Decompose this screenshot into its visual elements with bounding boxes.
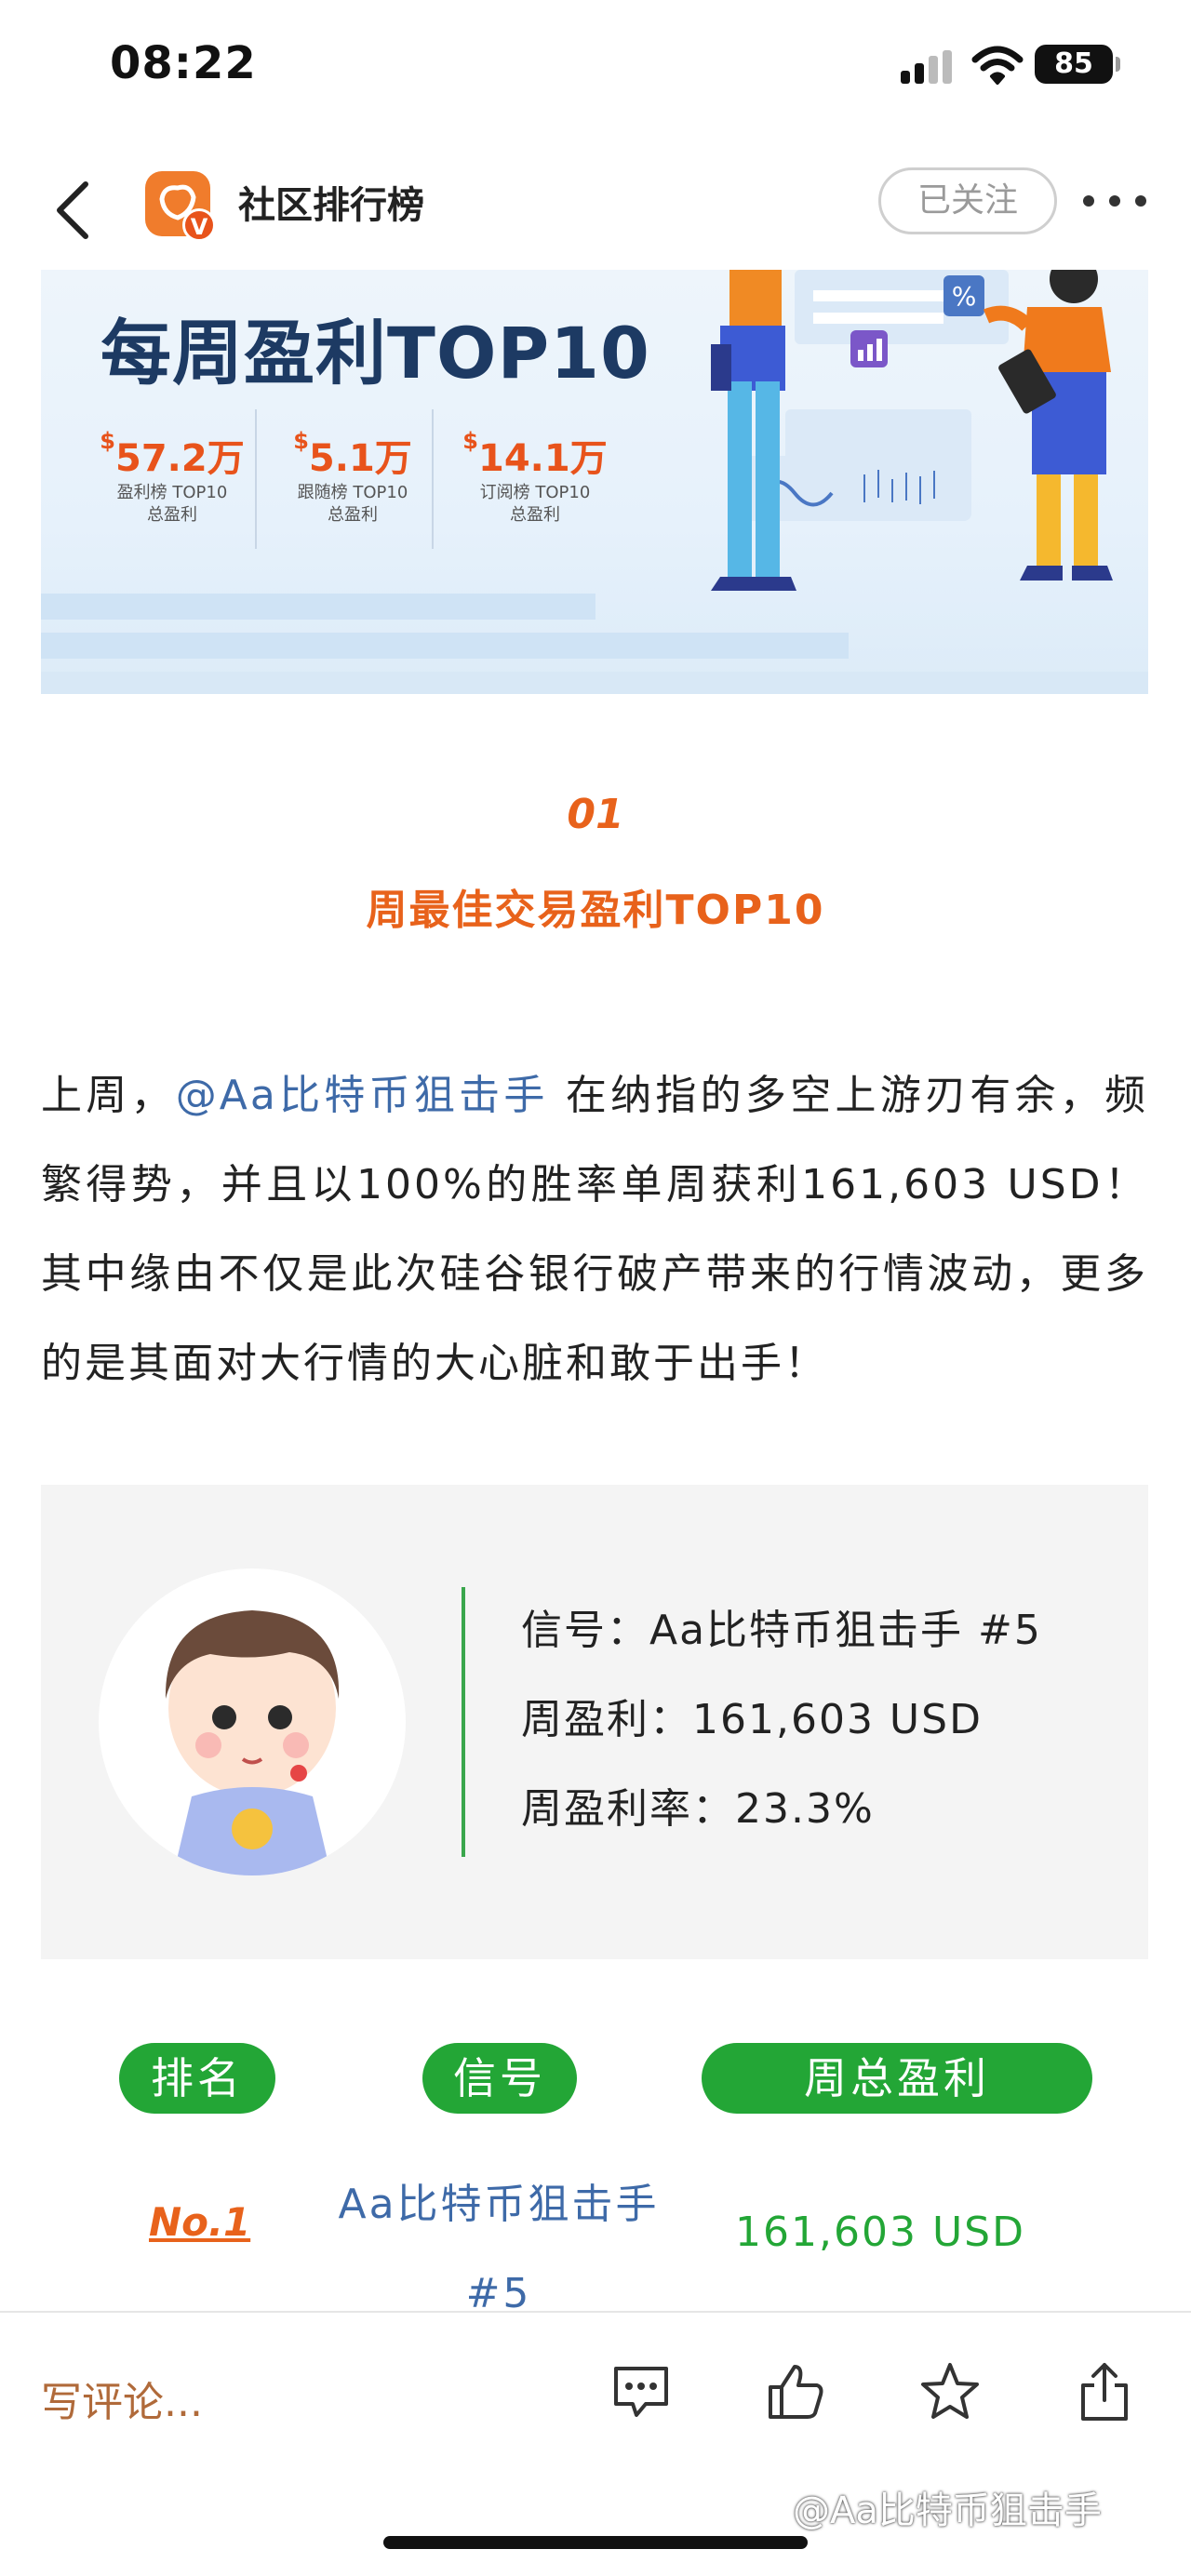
table-row-profit: 161,603 USD <box>735 2209 1025 2256</box>
card-signal: 信号：Aa比特币狙击手 #5 <box>521 1607 1042 1654</box>
wifi-icon <box>971 46 1024 85</box>
decor-stripe <box>41 633 849 659</box>
decor-stripe <box>41 594 596 620</box>
banner-stat-profit: $57.2万 盈利榜 TOP10 总盈利 <box>100 428 245 525</box>
table-header-rank: 排名 <box>119 2043 275 2114</box>
avatar <box>99 1568 406 1875</box>
nav-header: V 社区排行榜 已关注 <box>0 158 1191 270</box>
traders-illustration: % <box>711 270 1113 591</box>
cellular-signal-icon <box>901 50 955 84</box>
status-bar: 08:22 85 <box>0 0 1191 140</box>
clock: 08:22 <box>110 37 257 89</box>
table-row-rank: No.1 <box>149 2199 251 2245</box>
back-arrow-icon[interactable] <box>47 173 102 247</box>
section-title: 周最佳交易盈利TOP10 <box>366 887 825 934</box>
accent-divider <box>462 1587 465 1857</box>
decor-stripe <box>41 672 1148 694</box>
page-title: 社区排行榜 <box>238 184 424 227</box>
signal-card: 信号：Aa比特币狙击手 #5 周盈利：161,603 USD 周盈利率：23.3… <box>41 1485 1148 1959</box>
article-page: 08:22 85 V 社区排行榜 已关注 每周盈利TOP10 $57.2万 盈利… <box>0 0 1191 2576</box>
watermark-text: @Aa比特币狙击手 <box>793 2489 1102 2532</box>
user-mention-link[interactable]: @Aa比特币狙击手 <box>176 1072 549 1119</box>
comment-icon[interactable] <box>609 2359 674 2424</box>
follow-button[interactable]: 已关注 <box>878 167 1057 234</box>
more-options-icon[interactable] <box>1083 190 1150 212</box>
card-weekly-rate: 周盈利率：23.3% <box>521 1785 875 1833</box>
card-weekly-profit: 周盈利：161,603 USD <box>521 1696 983 1743</box>
share-icon[interactable] <box>1072 2359 1137 2424</box>
banner-title: 每周盈利TOP10 <box>100 312 650 394</box>
verified-badge: V <box>182 208 216 242</box>
comment-input[interactable]: 写评论... <box>41 2369 203 2428</box>
banner-stat-subscribe: $14.1万 订阅榜 TOP10 总盈利 <box>462 428 608 525</box>
favorite-star-icon[interactable] <box>917 2359 983 2424</box>
home-indicator[interactable] <box>383 2536 808 2549</box>
bottom-action-bar: 写评论... @Aa比特币狙击手 <box>0 2311 1191 2576</box>
table-header-signal: 信号 <box>422 2043 577 2114</box>
battery-icon: 85 <box>1035 45 1120 84</box>
section-number: 01 <box>567 791 624 838</box>
percent-icon: % <box>952 281 977 312</box>
app-logo-icon: V <box>145 171 216 242</box>
article-paragraph: 上周，@Aa比特币狙击手 在纳指的多空上游刃有余，频繁得势，并且以100%的胜率… <box>41 1072 1148 1387</box>
table-header-profit: 周总盈利 <box>702 2043 1092 2114</box>
divider <box>255 409 257 549</box>
divider <box>432 409 434 549</box>
like-icon[interactable] <box>763 2359 828 2424</box>
weekly-top10-banner: 每周盈利TOP10 $57.2万 盈利榜 TOP10 总盈利 $5.1万 跟随榜… <box>41 270 1148 694</box>
banner-stat-follow: $5.1万 跟随榜 TOP10 总盈利 <box>293 428 412 525</box>
